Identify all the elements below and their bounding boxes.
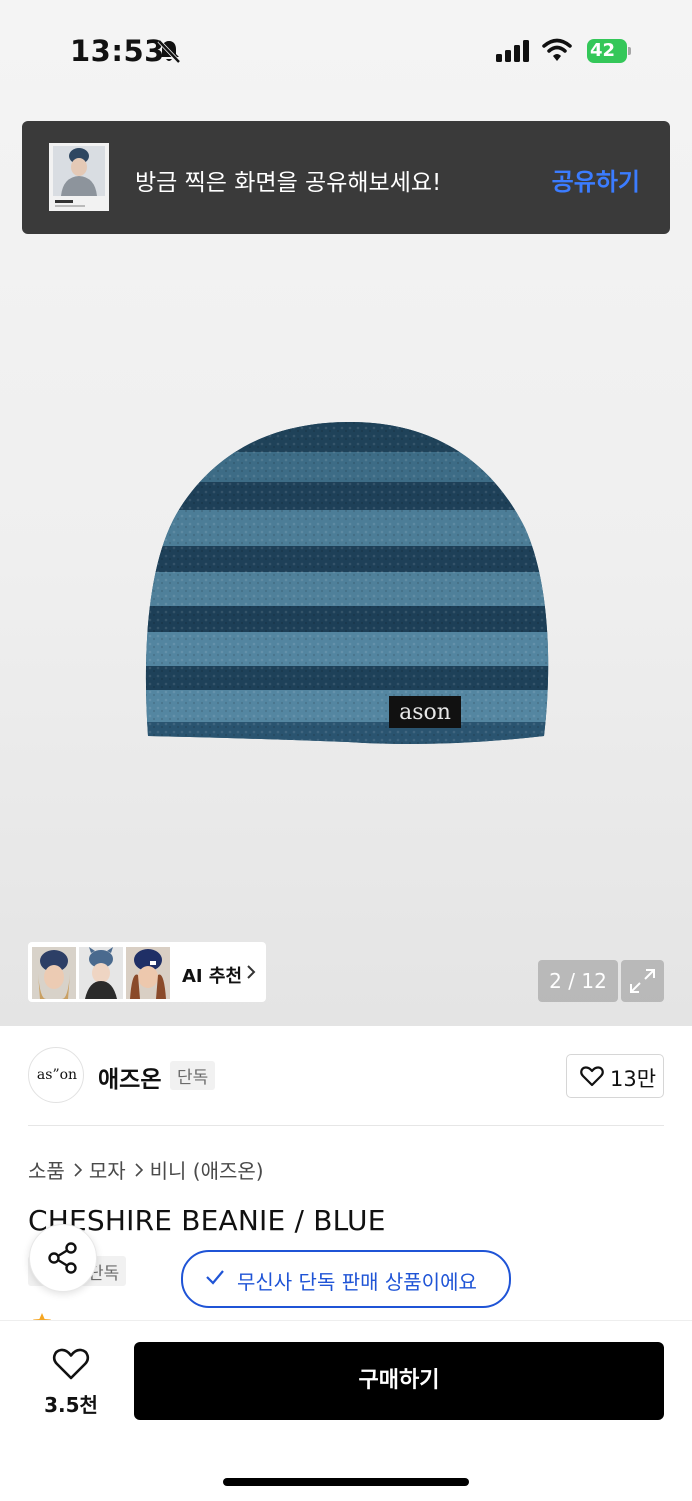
share-screenshot-toast: 방금 찍은 화면을 공유해보세요! 공유하기 (22, 121, 670, 234)
home-indicator (223, 1478, 469, 1486)
cellular-signal-icon (496, 40, 529, 62)
share-button[interactable] (29, 1224, 97, 1292)
section-divider (28, 1125, 664, 1126)
breadcrumb-item-beanie[interactable]: 비니 (애즈온) (150, 1155, 264, 1184)
brand-like-button[interactable]: 13만 (566, 1054, 664, 1098)
product-photo: ason (145, 422, 549, 744)
buy-button[interactable]: 구매하기 (134, 1342, 664, 1420)
screenshot-preview-icon (49, 143, 109, 211)
ai-recommend-label: AI 추천 (182, 966, 243, 987)
product-image-gallery[interactable]: 13:53 42 방금 찍은 화면을 공유해보세요! 공유하기 ason AI … (0, 0, 692, 1026)
wifi-icon (542, 38, 572, 61)
wishlist-count: 3.5천 (44, 1393, 98, 1417)
bottom-purchase-bar: 3.5천 구매하기 (0, 1320, 692, 1501)
battery-indicator: 42 (587, 39, 631, 63)
screenshot-thumbnail[interactable] (49, 143, 109, 211)
recommend-thumb-3 (126, 947, 170, 999)
brand-like-count: 13만 (610, 1067, 657, 1091)
breadcrumb-item-accessories[interactable]: 소품 (28, 1155, 65, 1184)
chevron-right-icon (74, 1162, 82, 1177)
ai-recommend-button[interactable]: AI 추천 (28, 942, 266, 1002)
toast-message: 방금 찍은 화면을 공유해보세요! (135, 170, 442, 196)
share-now-button[interactable]: 공유하기 (552, 162, 640, 197)
brand-logo-text: as”on (36, 1067, 78, 1083)
status-time: 13:53 (70, 34, 165, 68)
brand-logo[interactable]: as”on (28, 1047, 84, 1103)
expand-icon (630, 969, 655, 993)
battery-level: 42 (590, 40, 616, 61)
exclusive-notice-text: 무신사 단독 판매 상품이에요 (237, 1270, 477, 1294)
fullscreen-expand-button[interactable] (621, 960, 664, 1002)
check-icon (206, 1270, 224, 1285)
brand-name-link[interactable]: 애즈온 (98, 1060, 161, 1094)
breadcrumb: 소품 모자 비니 (애즈온) (28, 1155, 264, 1184)
breadcrumb-item-hats[interactable]: 모자 (89, 1155, 126, 1184)
gallery-page-counter: 2 / 12 (538, 960, 618, 1002)
exclusive-notice-tooltip: 무신사 단독 판매 상품이에요 (181, 1250, 511, 1308)
bell-muted-icon (157, 39, 181, 64)
chevron-right-icon (247, 965, 256, 979)
hat-logo-label: ason (399, 700, 451, 725)
recommend-thumb-2 (79, 947, 123, 999)
chevron-right-icon (135, 1162, 143, 1177)
heart-outline-icon (580, 1066, 604, 1087)
share-icon (48, 1242, 77, 1274)
wishlist-button[interactable]: 3.5천 (30, 1343, 112, 1423)
brand-exclusive-tag: 단독 (170, 1061, 216, 1090)
recommend-thumb-1 (32, 947, 76, 999)
heart-outline-icon (52, 1348, 90, 1380)
